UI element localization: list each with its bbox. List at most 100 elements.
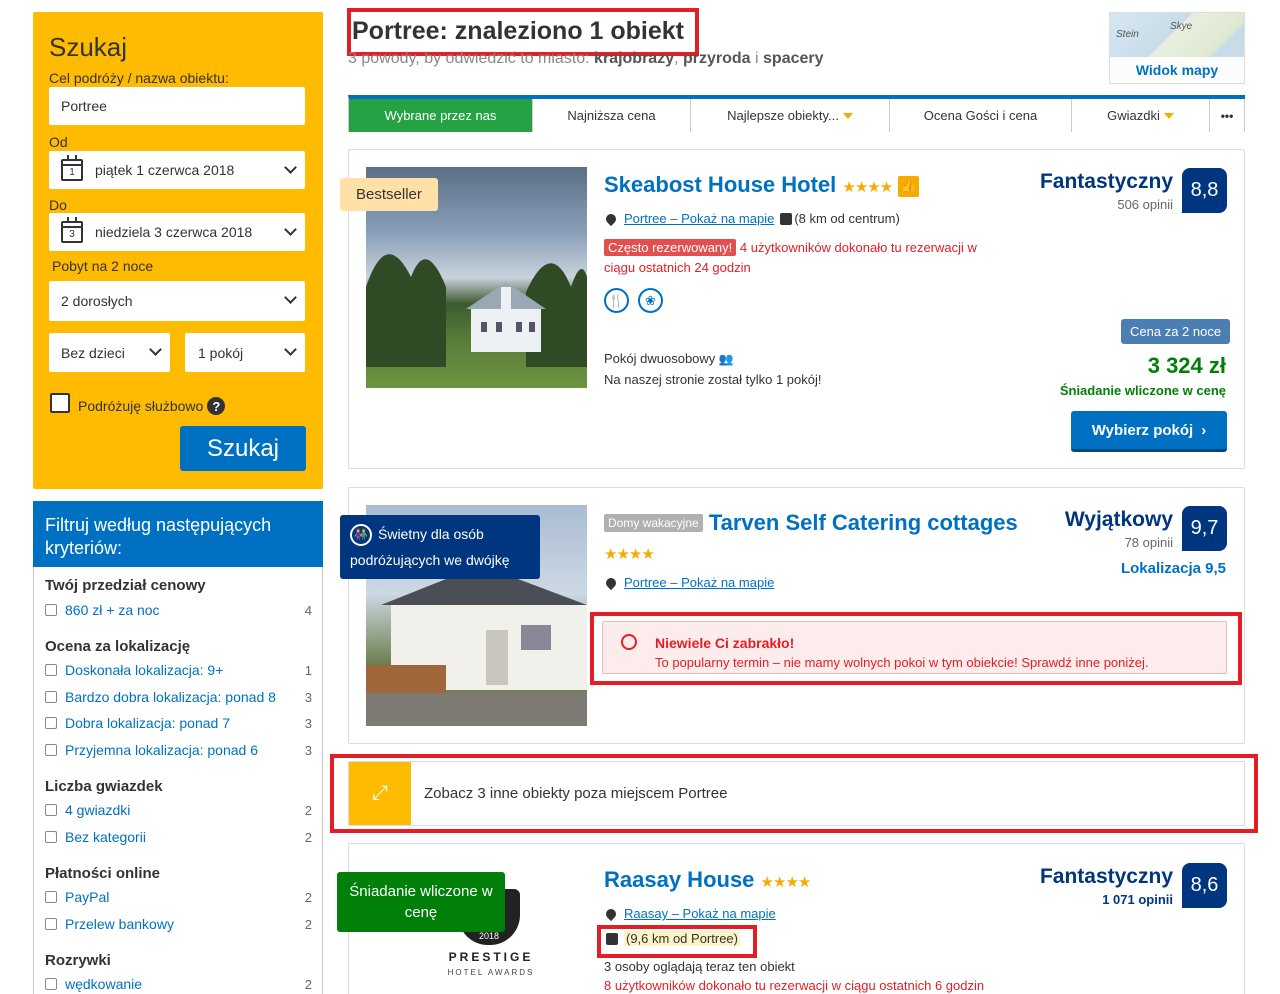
filter-item-count: 2	[304, 829, 312, 845]
chevron-down-icon	[284, 223, 297, 236]
review-count[interactable]: 1 071 opinii	[1102, 892, 1173, 907]
property-location: Raasay – Pokaż na mapie	[603, 906, 776, 921]
nights-text: Pobyt na 2 noce	[52, 258, 154, 274]
tab-best-properties[interactable]: Najlepsze obiekty...	[691, 99, 890, 132]
business-label: Podróżuję służbowo	[78, 398, 204, 414]
review-count[interactable]: 506 opinii	[1117, 197, 1173, 212]
popularity-note: Często rezerwowany! 4 użytkowników dokon…	[604, 238, 989, 278]
filter-item[interactable]: wędkowanie 2	[45, 976, 312, 992]
calendar-icon: 3	[61, 217, 83, 243]
adults-select[interactable]: 2 dorosłych	[49, 281, 305, 321]
filter-checkbox[interactable]	[45, 691, 57, 703]
filter-item-count: 3	[304, 742, 312, 758]
filter-checkbox[interactable]	[45, 744, 57, 756]
highlight-box	[347, 8, 699, 56]
tab-recommended[interactable]: Wybrane przez nas	[349, 99, 533, 132]
filter-item-count: 2	[304, 802, 312, 818]
price-label: Cena za 2 noce	[1121, 319, 1231, 344]
show-on-map-link[interactable]: Raasay – Pokaż na mapie	[624, 906, 776, 921]
filter-item[interactable]: Bardzo dobra lokalizacja: ponad 8 3	[45, 689, 312, 705]
show-on-map-link[interactable]: Portree – Pokaż na mapie	[624, 575, 774, 590]
filter-item[interactable]: 4 gwiazdki 2	[45, 802, 312, 818]
property-name[interactable]: Skeabost House Hotel ★★★★ 👍	[604, 172, 920, 198]
star-rating: ★★★★	[760, 874, 812, 891]
filter-checkbox[interactable]	[45, 664, 57, 676]
checkin-select[interactable]: 1 piątek 1 czerwca 2018	[49, 151, 305, 189]
separator-text: i	[750, 50, 764, 67]
destination-label: Cel podróży / nazwa obiektu:	[49, 70, 229, 86]
filter-item[interactable]: 860 zł + za noc 4	[45, 602, 312, 618]
filter-item[interactable]: Doskonała lokalizacja: 9+ 1	[45, 662, 312, 678]
filter-checkbox[interactable]	[45, 891, 57, 903]
location-pin-icon	[603, 906, 619, 921]
breakfast-included: Śniadanie wliczone w cenę	[1059, 383, 1226, 398]
property-name-text[interactable]: Tarven Self Catering cottages	[709, 510, 1018, 535]
filter-item[interactable]: Dobra lokalizacja: ponad 7 3	[45, 715, 312, 731]
business-checkbox[interactable]	[50, 393, 70, 413]
children-select[interactable]: Bez dzieci	[49, 333, 170, 372]
room-type-text: Pokój dwuosobowy	[604, 351, 716, 366]
filter-group-title: Liczba gwiazdek	[45, 778, 163, 795]
star-rating: ★★★★	[604, 546, 655, 563]
filter-item-label: PayPal	[65, 889, 110, 905]
filter-item-count: 2	[304, 976, 312, 992]
filter-checkbox[interactable]	[45, 604, 57, 616]
filter-item[interactable]: Bez kategorii 2	[45, 829, 312, 845]
filter-item[interactable]: PayPal 2	[45, 889, 312, 905]
sort-tabs: Wybrane przez nas Najniższa cena Najleps…	[348, 95, 1245, 132]
search-button[interactable]: Szukaj	[180, 426, 306, 471]
reason-link[interactable]: przyroda	[683, 50, 751, 67]
help-icon[interactable]: ?	[207, 397, 226, 415]
highlight-box	[330, 754, 1258, 833]
reason-link[interactable]: spacery	[763, 50, 824, 67]
map-preview[interactable]: Skye Stein Widok mapy	[1109, 12, 1245, 84]
filter-item-label: 860 zł + za noc	[65, 602, 160, 618]
guests-icon: 👥	[718, 352, 734, 366]
property-name[interactable]: Raasay House ★★★★	[604, 867, 812, 893]
award-subtitle: HOTEL AWARDS	[447, 968, 535, 977]
restaurant-icon: 🍴	[604, 288, 629, 313]
filter-group-title: Twój przedział cenowy	[45, 577, 206, 594]
checkout-label: Do	[49, 197, 67, 213]
rating-word: Fantastyczny	[1039, 865, 1173, 888]
couple-icon: 👫	[350, 524, 372, 547]
couples-flag-text: Świetny dla osób podróżujących we dwójkę	[350, 526, 510, 568]
tab-review-price[interactable]: Ocena Gości i cena	[890, 99, 1072, 132]
subtitle-text: 3 powody, by odwiedzić to miasto:	[348, 50, 595, 67]
rating-word: Wyjątkowy	[1064, 508, 1173, 531]
property-name-text[interactable]: Raasay House	[604, 867, 754, 892]
show-on-map-link[interactable]: Portree – Pokaż na mapie	[624, 211, 774, 226]
star-rating: ★★★★	[842, 179, 893, 196]
filter-item[interactable]: Przyjemna lokalizacja: ponad 6 3	[45, 742, 312, 758]
page-subtitle: 3 powody, by odwiedzić to miasto: krajob…	[348, 50, 824, 68]
checkout-select[interactable]: 3 niedziela 3 czerwca 2018	[49, 213, 305, 251]
filter-item[interactable]: Przelew bankowy 2	[45, 916, 312, 932]
couples-flag: 👫 Świetny dla osób podróżujących we dwójk…	[340, 515, 540, 579]
chevron-down-icon	[284, 343, 297, 356]
tab-stars[interactable]: Gwiazdki	[1072, 99, 1210, 132]
property-name[interactable]: Domy wakacyjne Tarven Self Catering cott…	[604, 510, 1018, 536]
filter-checkbox[interactable]	[45, 804, 57, 816]
rooms-select[interactable]: 1 pokój	[185, 333, 305, 372]
filter-item-count: 3	[304, 715, 312, 731]
business-trip[interactable]: Podróżuję służbowo ?	[50, 391, 226, 415]
map-view-link[interactable]: Widok mapy	[1110, 57, 1244, 83]
filter-checkbox[interactable]	[45, 978, 57, 990]
choose-room-button[interactable]: Wybierz pokój ›	[1071, 411, 1227, 452]
review-count[interactable]: 78 opinii	[1125, 535, 1173, 550]
filter-checkbox[interactable]	[45, 831, 57, 843]
reason-link[interactable]: krajobrazy	[594, 50, 674, 67]
property-location: Portree – Pokaż na mapie (8 km od centru…	[603, 211, 900, 226]
filter-checkbox[interactable]	[45, 717, 57, 729]
property-name-text[interactable]: Skeabost House Hotel	[604, 172, 836, 197]
filter-heading: Filtruj według następujących kryteriów:	[33, 501, 323, 567]
more-tabs-button[interactable]: •••	[1210, 99, 1245, 132]
destination-input[interactable]: Portree	[49, 87, 305, 125]
highlight-box	[597, 925, 757, 958]
location-pin-icon	[603, 211, 619, 226]
tab-label: Gwiazdki	[1107, 108, 1160, 123]
filter-checkbox[interactable]	[45, 918, 57, 930]
filter-item-label: Bez kategorii	[65, 829, 146, 845]
filter-item-label: Dobra lokalizacja: ponad 7	[65, 715, 230, 731]
tab-lowest-price[interactable]: Najniższa cena	[533, 99, 691, 132]
